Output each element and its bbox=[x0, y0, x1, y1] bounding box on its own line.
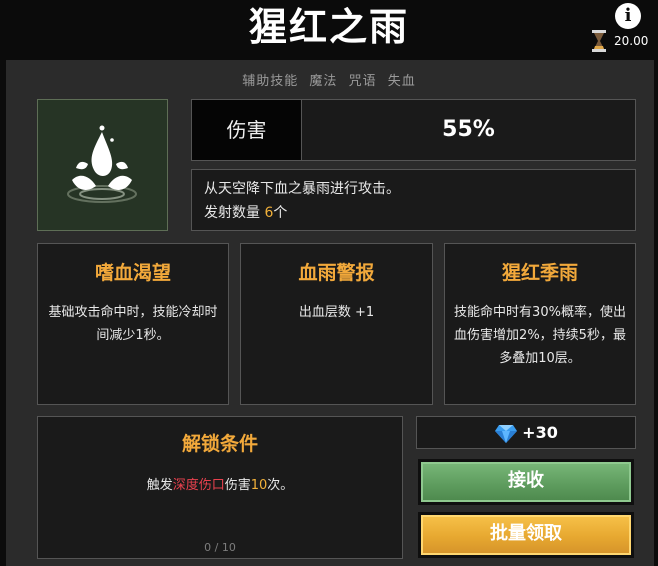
unlock-highlight: 深度伤口 bbox=[172, 478, 225, 493]
unlock-text-prefix: 触发 bbox=[146, 478, 173, 493]
reward-amount: +30 bbox=[522, 423, 558, 442]
description-line: 从天空降下血之暴雨进行攻击。 bbox=[204, 181, 400, 197]
card-title: 嗜血渴望 bbox=[94, 262, 171, 284]
header-bar: 猩红之雨 i 20.00 bbox=[0, 0, 658, 60]
unlock-count: 10 bbox=[250, 478, 268, 493]
unlock-progress: 0 / 10 bbox=[204, 541, 236, 554]
card-text: 技能命中时有30%概率，使出血伤害增加2%，持续5秒，最多叠加10层。 bbox=[454, 305, 626, 366]
unlock-condition-panel: 解锁条件 触发深度伤口伤害10次。 0 / 10 bbox=[37, 416, 403, 559]
accept-button[interactable]: 接收 bbox=[418, 459, 634, 505]
info-icon[interactable]: i bbox=[615, 3, 641, 29]
skill-title: 猩红之雨 bbox=[248, 5, 409, 49]
projectile-label: 发射数量 bbox=[204, 205, 265, 221]
skill-description: 从天空降下血之暴雨进行攻击。 发射数量 6个 bbox=[191, 169, 636, 231]
tag: 辅助技能 bbox=[242, 74, 299, 89]
upgrade-card-bloodthirst: 嗜血渴望 基础攻击命中时，技能冷却时间减少1秒。 bbox=[37, 243, 229, 405]
batch-claim-button[interactable]: 批量领取 bbox=[418, 512, 634, 558]
skill-tags: 辅助技能 魔法 咒语 失血 bbox=[0, 70, 658, 89]
blood-drop-splash-icon bbox=[67, 125, 137, 203]
unlock-text-suffix: 次。 bbox=[267, 478, 294, 493]
unlock-text-middle: 伤害 bbox=[224, 478, 251, 493]
card-text: 基础攻击命中时，技能冷却时间减少1秒。 bbox=[48, 305, 218, 343]
reward-display: +30 bbox=[416, 416, 636, 449]
damage-value: 55% bbox=[301, 99, 636, 161]
tag: 咒语 bbox=[348, 74, 377, 89]
projectile-unit: 个 bbox=[273, 205, 288, 221]
diamond-icon bbox=[495, 424, 518, 443]
card-title: 血雨警报 bbox=[298, 262, 375, 284]
damage-label: 伤害 bbox=[191, 99, 302, 161]
upgrade-card-scarlet-monsoon: 猩红季雨 技能命中时有30%概率，使出血伤害增加2%，持续5秒，最多叠加10层。 bbox=[444, 243, 636, 405]
card-title: 猩红季雨 bbox=[501, 262, 578, 284]
tag: 失血 bbox=[387, 74, 416, 89]
unlock-title: 解锁条件 bbox=[181, 433, 258, 455]
upgrade-card-blood-rain-alert: 血雨警报 出血层数 +1 bbox=[240, 243, 433, 405]
unlock-text: 触发深度伤口伤害10次。 bbox=[38, 474, 402, 493]
description-line: 发射数量 6个 bbox=[204, 201, 623, 225]
card-text: 出血层数 +1 bbox=[298, 305, 375, 320]
hourglass-icon bbox=[592, 30, 606, 52]
tag: 魔法 bbox=[309, 74, 338, 89]
skill-icon-frame bbox=[37, 99, 168, 231]
timer-text: 20.00 bbox=[614, 34, 649, 48]
